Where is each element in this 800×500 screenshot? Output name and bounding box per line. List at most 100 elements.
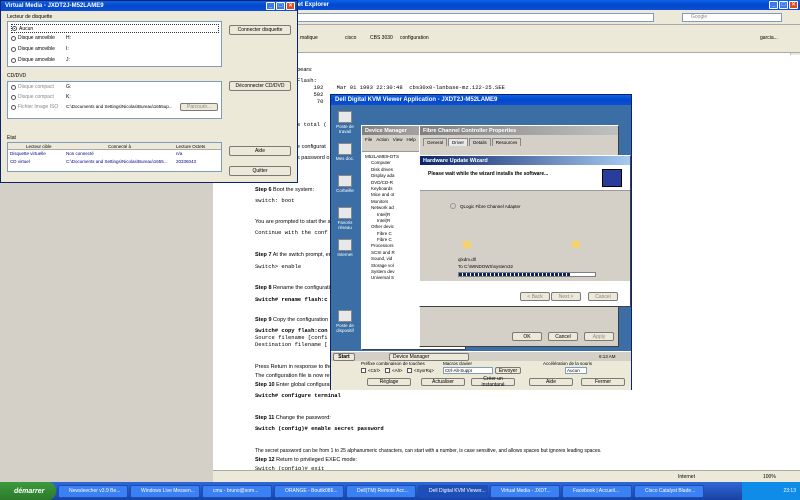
step-label: Step 8 (255, 285, 272, 291)
cd-option[interactable]: Fichier Image ISO (11, 104, 58, 110)
menu-action[interactable]: Action (376, 137, 389, 142)
doc-line: 502 (297, 91, 324, 98)
checkbox-icon (385, 368, 390, 373)
table-row[interactable]: Disquette virtuelle Non connecté n/a (8, 151, 221, 158)
computer-icon (338, 111, 352, 123)
taskbar-item[interactable]: Newsleecher v3.9 Be... (58, 484, 128, 498)
fcc-ok-button[interactable]: OK (512, 332, 542, 341)
sysrq-checkbox[interactable]: <SysrRq> (407, 368, 434, 373)
doc-line: 70 (297, 98, 324, 105)
taskbar-item[interactable]: Dell(TM) Remote Acc... (346, 484, 416, 498)
tab-resources[interactable]: Resources (491, 138, 522, 146)
table-row[interactable]: CD virtuel C:\Documents and Settings\Nic… (8, 159, 221, 166)
snapshot-button[interactable]: Créer un instantané (471, 376, 515, 388)
recycle-bin-icon (338, 175, 352, 187)
desktop-icon[interactable]: Internet (332, 239, 358, 257)
alt-checkbox[interactable]: <Alt> (385, 368, 403, 373)
connect-floppy-button[interactable]: Connecter disquette (229, 25, 291, 35)
fcc-cancel-button[interactable]: Cancel (548, 332, 578, 341)
taskbar-item[interactable]: Facebook | Accueil... (562, 484, 632, 498)
radio-icon (11, 35, 16, 41)
maximize-button[interactable]: □ (779, 1, 788, 9)
copying-file: qlxdm.dll (458, 257, 476, 262)
accel-select[interactable]: Aucun (565, 367, 587, 374)
close-kvm-button[interactable]: Fermer (581, 378, 625, 386)
minimize-button[interactable]: _ (769, 1, 778, 9)
help-button[interactable]: Aide (229, 146, 291, 156)
macro-select[interactable]: Ctrl-Alt-Suppr (443, 367, 493, 374)
close-button[interactable]: × (789, 1, 798, 9)
taskbar-item[interactable]: Windows Live Messen... (130, 484, 200, 498)
taskbar-item[interactable]: Dell Digital KVM Viewer... (418, 484, 488, 498)
link-cbs3030[interactable]: CBS 3030 (370, 35, 393, 41)
tab-driver[interactable]: Driver (448, 138, 469, 146)
accel-label: Accélération de la souris (543, 361, 593, 366)
network-icon (338, 207, 352, 219)
desktop-icon[interactable]: Corbeille (332, 175, 358, 193)
folder-icon (463, 241, 471, 248)
drive-letter: H: (66, 35, 71, 41)
remote-clock: 6:13 AM (599, 354, 616, 359)
link-configuration[interactable]: configuration (400, 35, 429, 41)
link-cisco[interactable]: cisco (345, 35, 356, 41)
step-label: Step 7 (255, 252, 272, 258)
vm-maximize-button[interactable]: □ (276, 2, 285, 10)
device-icon (338, 310, 352, 322)
menu-help[interactable]: Help (406, 137, 415, 142)
floppy-section-label: Lecteur de disquette (7, 14, 53, 20)
hardware-wizard-dialog: Hardware Update Wizard Please wait while… (419, 155, 631, 307)
menu-view[interactable]: View (393, 137, 403, 142)
disconnect-cd-button[interactable]: Déconnecter CD/DVD (229, 81, 291, 91)
taskbar-item[interactable]: cmu - bruno@som... (202, 484, 272, 498)
wizard-back-button[interactable]: < Back (520, 292, 550, 301)
desktop-icon[interactable]: Poste de travail (332, 111, 358, 134)
refresh-button[interactable]: Actualiser (421, 378, 465, 386)
taskbar-item[interactable]: ORANGE - Boutik086... (274, 484, 344, 498)
code-line: Switch# rename flash:c (255, 296, 328, 303)
send-button[interactable]: Envoyer (495, 367, 521, 374)
remote-taskbar-item[interactable]: Device Manager (389, 353, 469, 361)
cd-option[interactable]: Disque compact (11, 84, 54, 90)
floppy-option[interactable]: Disque amovible (11, 57, 55, 63)
fcc-apply-button[interactable]: Apply (584, 332, 614, 341)
wizard-heading: Please wait while the wizard installs th… (428, 171, 549, 177)
zoom-level[interactable]: 100% (763, 474, 776, 480)
settings-button[interactable]: Réglage (367, 378, 411, 386)
step-label: Step 6 (255, 187, 272, 193)
floppy-option[interactable]: Disque amovible (11, 35, 55, 41)
prefix-label: Préfixe combinaison de touches (361, 361, 425, 366)
wizard-next-button[interactable]: Next > (551, 292, 581, 301)
doc-line: 192 Mar 01 1993 22:30:48 cbs30x0-lanbase… (297, 84, 505, 91)
start-button[interactable]: démarrer (0, 482, 56, 500)
desktop-icon[interactable]: Mes doc. (332, 143, 358, 161)
floppy-list: Aucun Disque amovible H: Disque amovible… (7, 21, 222, 67)
ctrl-checkbox[interactable]: <Ctrl> (361, 368, 380, 373)
quit-button[interactable]: Quitter (229, 166, 291, 176)
address-input[interactable] (294, 13, 654, 22)
floppy-option[interactable]: Aucun (11, 24, 219, 33)
taskbar: démarrer Newsleecher v3.9 Be... Windows … (0, 482, 800, 500)
wizard-logo-icon (602, 169, 622, 187)
wizard-cancel-button[interactable]: Cancel (588, 292, 618, 301)
browse-button[interactable]: Parcourir... (180, 103, 218, 111)
taskbar-item[interactable]: Virtual Media - JXDT... (490, 484, 560, 498)
remote-start-button[interactable]: Start (333, 353, 355, 361)
radio-icon (11, 57, 16, 63)
cd-list: Disque compact G: Disque compact K: Fich… (7, 81, 222, 119)
taskbar-item[interactable]: Cisco Catalyst Blade... (634, 484, 704, 498)
search-input[interactable]: Google (682, 13, 782, 22)
vm-minimize-button[interactable]: _ (266, 2, 275, 10)
tab-details[interactable]: Details (469, 138, 491, 146)
desktop-icon[interactable]: Poste de dispositif (332, 310, 358, 333)
drive-letter: J: (66, 57, 70, 63)
taskbar-clock: 23:13 (783, 488, 796, 494)
tab-general[interactable]: General (423, 138, 448, 146)
vm-close-button[interactable]: × (286, 2, 295, 10)
kvm-help-button[interactable]: Aide (529, 378, 573, 386)
cd-option[interactable]: Disque compact (11, 94, 54, 100)
desktop-icon[interactable]: Favoris réseau (332, 207, 358, 230)
code-line: Switch (config)# enable secret password (255, 425, 384, 432)
user-menu[interactable]: garcia... (760, 35, 778, 41)
menu-file[interactable]: File (365, 137, 372, 142)
floppy-option[interactable]: Disque amovible (11, 46, 55, 52)
